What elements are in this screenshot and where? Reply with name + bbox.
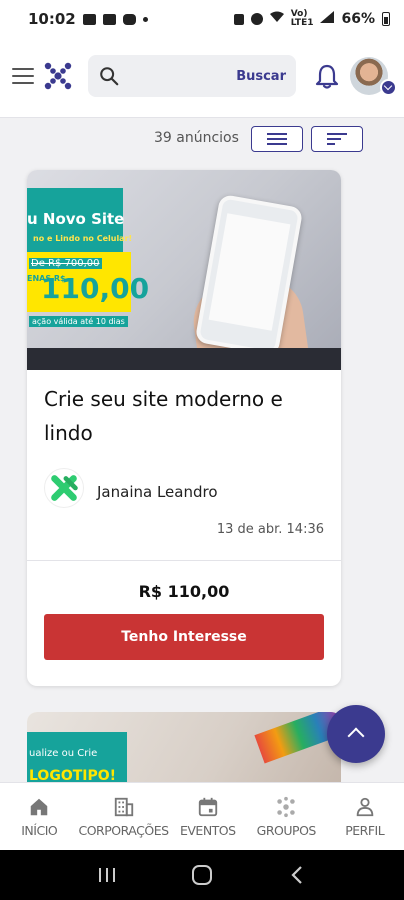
lock-icon: [233, 13, 244, 25]
chevron-down-icon[interactable]: [380, 79, 397, 96]
more-notifications-icon: [142, 16, 148, 22]
status-time: 10:02: [28, 10, 76, 28]
ad-image[interactable]: ualize ou Crie LOGOTIPO!: [27, 712, 341, 792]
ad-headline: ualize ou Crie: [29, 748, 98, 759]
ad-date: 13 de abr. 14:36: [216, 522, 324, 537]
menu-icon[interactable]: [12, 68, 34, 84]
ad-card[interactable]: ualize ou Crie LOGOTIPO!: [27, 712, 341, 792]
app-header: Buscar: [0, 38, 404, 118]
status-right: Vo) LTE1 66%: [233, 10, 390, 28]
person-icon: [356, 797, 373, 816]
interest-button[interactable]: Tenho Interesse: [44, 614, 324, 660]
ad-card[interactable]: u Novo Site no e Lindo no Celular! De R$…: [27, 170, 341, 686]
wifi-icon: [269, 11, 284, 27]
sort-icon: [327, 133, 347, 145]
ad-subline: no e Lindo no Celular!: [33, 234, 133, 243]
nav-item-eventos[interactable]: EVENTOS: [169, 783, 247, 850]
search-bar: Buscar: [88, 55, 296, 97]
bell-icon[interactable]: [315, 64, 339, 90]
nav-label: EVENTOS: [179, 822, 236, 838]
nav-item-grupos[interactable]: GROUPOS: [247, 783, 325, 850]
building-icon: [114, 797, 133, 816]
nav-item-perfil[interactable]: PERFIL: [326, 783, 404, 850]
system-nav: [0, 850, 404, 900]
battery-percent: 66%: [341, 11, 375, 27]
network-label: Vo) LTE1: [291, 10, 314, 28]
ad-validity: ação válida até 10 dias: [29, 316, 128, 327]
author-name[interactable]: Janaina Leandro: [97, 483, 218, 501]
bottom-nav: INÍCIO CORPORAÇÕES EVENTOS GROUPOS PERFI…: [0, 782, 404, 850]
search-button[interactable]: Buscar: [236, 69, 286, 84]
nav-label: GROUPOS: [256, 822, 317, 838]
x-logo-icon[interactable]: [44, 62, 72, 90]
ad-title[interactable]: Crie seu site moderno e lindo: [44, 382, 329, 450]
nav-label: INÍCIO: [21, 822, 58, 838]
home-button-icon[interactable]: [187, 860, 217, 890]
list-view-button[interactable]: [251, 126, 303, 152]
battery-icon: [382, 12, 390, 26]
gallery-icon: [82, 13, 96, 25]
group-icon: [277, 796, 295, 817]
ad-headline: u Novo Site: [27, 210, 125, 228]
divider: [27, 560, 341, 561]
back-icon[interactable]: [282, 860, 312, 890]
nav-label: PERFIL: [345, 822, 385, 838]
scroll-top-button[interactable]: [327, 705, 385, 763]
nav-item-inicio[interactable]: INÍCIO: [0, 783, 78, 850]
list-icon: [267, 133, 287, 145]
ad-price-label: R$ 110,00: [138, 582, 230, 601]
keyboard-illustration: [27, 348, 341, 370]
calendar-icon: [198, 797, 217, 816]
ad-old-price: De R$ 700,00: [29, 258, 102, 269]
home-icon: [30, 798, 48, 815]
alarm-icon: [250, 13, 263, 25]
status-left: 10:02: [28, 10, 148, 28]
nav-label: CORPORAÇÕES: [78, 822, 169, 838]
signal-icon: [320, 11, 335, 27]
ads-count: 39 anúncios: [154, 130, 239, 146]
ad-price: 110,00: [41, 272, 150, 305]
sort-button[interactable]: [311, 126, 363, 152]
network-bottom: LTE1: [290, 18, 314, 28]
youtube-icon: [102, 13, 116, 25]
ad-image[interactable]: u Novo Site no e Lindo no Celular! De R$…: [27, 170, 341, 370]
author-logo-icon[interactable]: [44, 468, 84, 508]
chevron-up-icon: [347, 727, 365, 745]
search-icon[interactable]: [98, 65, 120, 87]
nav-item-corporacoes[interactable]: CORPORAÇÕES: [78, 783, 169, 850]
status-bar: 10:02 Vo) LTE1 66%: [0, 0, 404, 38]
search-input[interactable]: [128, 68, 237, 84]
instagram-icon: [122, 13, 136, 25]
recent-apps-icon[interactable]: [92, 860, 122, 890]
